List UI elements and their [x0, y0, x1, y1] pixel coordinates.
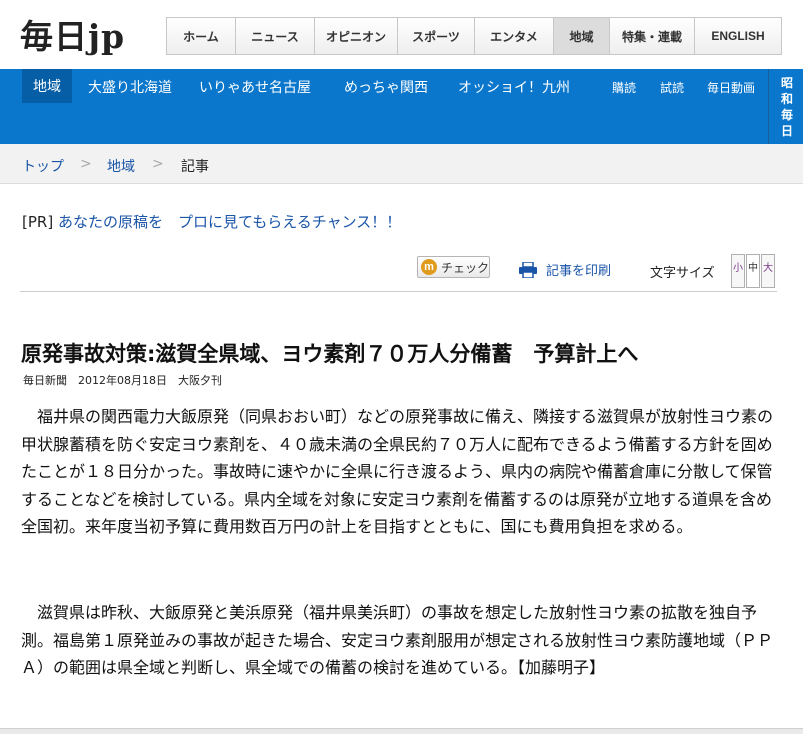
breadcrumb-top[interactable]: トップ	[22, 156, 64, 176]
article-headline: 原発事故対策:滋賀全県域、ヨウ素剤７０万人分備蓄 予算計上へ	[21, 342, 639, 366]
breadcrumb: トップ > 地域 > 記事	[0, 144, 803, 184]
pr-link[interactable]: あなたの原稿を プロに見てもらえるチャンス！！	[58, 213, 401, 231]
mainichi-video-link[interactable]: 毎日動画	[707, 79, 755, 96]
print-article-link[interactable]: 記事を印刷	[518, 260, 611, 279]
font-size-buttons: 小 中 大	[731, 254, 776, 288]
nav-english[interactable]: ENGLISH	[695, 18, 782, 54]
site-logo[interactable]: 毎日jp	[20, 10, 125, 58]
region-tab-current[interactable]: 地域	[22, 69, 72, 103]
nav-region[interactable]: 地域	[554, 18, 610, 54]
font-size-small-button[interactable]: 小	[731, 254, 745, 288]
nav-opinion[interactable]: オピニオン	[315, 18, 398, 54]
check-label: チェック	[441, 260, 490, 275]
vertical-char: 和	[780, 92, 793, 106]
article-dateline: 毎日新聞 2012年08月18日 大阪夕刊	[23, 374, 222, 387]
print-label: 記事を印刷	[546, 264, 612, 279]
vertical-char: 昭	[780, 76, 793, 90]
region-nagoya-link[interactable]: いりゃあせ名古屋	[199, 77, 311, 97]
breadcrumb-separator: >	[152, 156, 164, 172]
showa-mainichi-link[interactable]: 昭 和 毎 日	[775, 75, 799, 139]
breadcrumb-separator: >	[80, 156, 92, 172]
article-paragraph: 滋賀県は昨秋、大飯原発と美浜原発（福井県美浜町）の事故を想定した放射性ヨウ素の拡…	[21, 603, 774, 677]
font-size-medium-button[interactable]: 中	[746, 254, 760, 288]
regional-nav-bar: 地域 大盛り北海道 いりゃあせ名古屋 めっちゃ関西 オッショイ！九州 購読 試読…	[0, 69, 803, 144]
nav-sports[interactable]: スポーツ	[398, 18, 475, 54]
subscribe-link[interactable]: 購読	[612, 79, 636, 96]
region-kansai-link[interactable]: めっちゃ関西	[344, 77, 428, 97]
printer-icon	[519, 261, 537, 278]
nav-news[interactable]: ニュース	[236, 18, 315, 54]
nav-home[interactable]: ホーム	[167, 18, 236, 54]
mixi-check-button[interactable]: m チェック	[417, 256, 490, 278]
divider	[20, 291, 777, 292]
breadcrumb-current: 記事	[181, 159, 209, 175]
mixi-m-icon: m	[421, 259, 437, 275]
pr-ad: [PR] あなたの原稿を プロに見てもらえるチャンス！！	[22, 211, 401, 232]
site-header: 毎日jp ホーム ニュース オピニオン スポーツ エンタメ 地域 特集・連載 E…	[0, 0, 803, 69]
region-kyushu-link[interactable]: オッショイ！九州	[458, 77, 570, 97]
trial-link[interactable]: 試読	[660, 79, 684, 96]
region-hokkaido-link[interactable]: 大盛り北海道	[88, 77, 172, 97]
font-size-label: 文字サイズ	[650, 266, 715, 281]
vertical-char: 毎	[780, 108, 793, 122]
font-size-large-button[interactable]: 大	[761, 254, 775, 288]
nav-entertainment[interactable]: エンタメ	[475, 18, 554, 54]
top-navigation: ホーム ニュース オピニオン スポーツ エンタメ 地域 特集・連載 ENGLIS…	[166, 17, 782, 55]
breadcrumb-region[interactable]: 地域	[107, 156, 135, 176]
article-paragraph: 福井県の関西電力大飯原発（同県おおい町）などの原発事故に備え、隣接する滋賀県が放…	[21, 407, 774, 536]
horizontal-scrollbar[interactable]	[0, 728, 803, 734]
nav-features[interactable]: 特集・連載	[610, 18, 695, 54]
vertical-char: 日	[780, 124, 793, 138]
bar-divider	[768, 69, 769, 144]
pr-tag: [PR]	[22, 213, 54, 231]
